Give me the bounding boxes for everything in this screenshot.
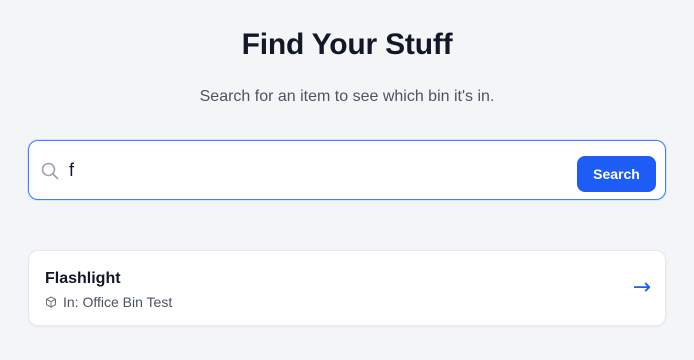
page: Find Your Stuff Search for an item to se…	[0, 0, 694, 360]
result-item[interactable]: Flashlight In: Office Bin Test →	[28, 250, 666, 326]
result-item-location: In: Office Bin Test	[45, 293, 172, 311]
result-item-name: Flashlight	[45, 270, 121, 287]
search-bar: Search	[28, 140, 666, 200]
search-button[interactable]: Search	[577, 156, 656, 192]
arrow-right-icon[interactable]: →	[633, 275, 651, 301]
page-subtitle: Search for an item to see which bin it's…	[199, 88, 495, 105]
search-icon	[41, 162, 59, 180]
result-item-location-text: In: Office Bin Test	[63, 294, 173, 310]
page-title: Find Your Stuff	[241, 28, 453, 61]
box-icon	[46, 296, 56, 308]
search-input[interactable]	[69, 156, 569, 184]
